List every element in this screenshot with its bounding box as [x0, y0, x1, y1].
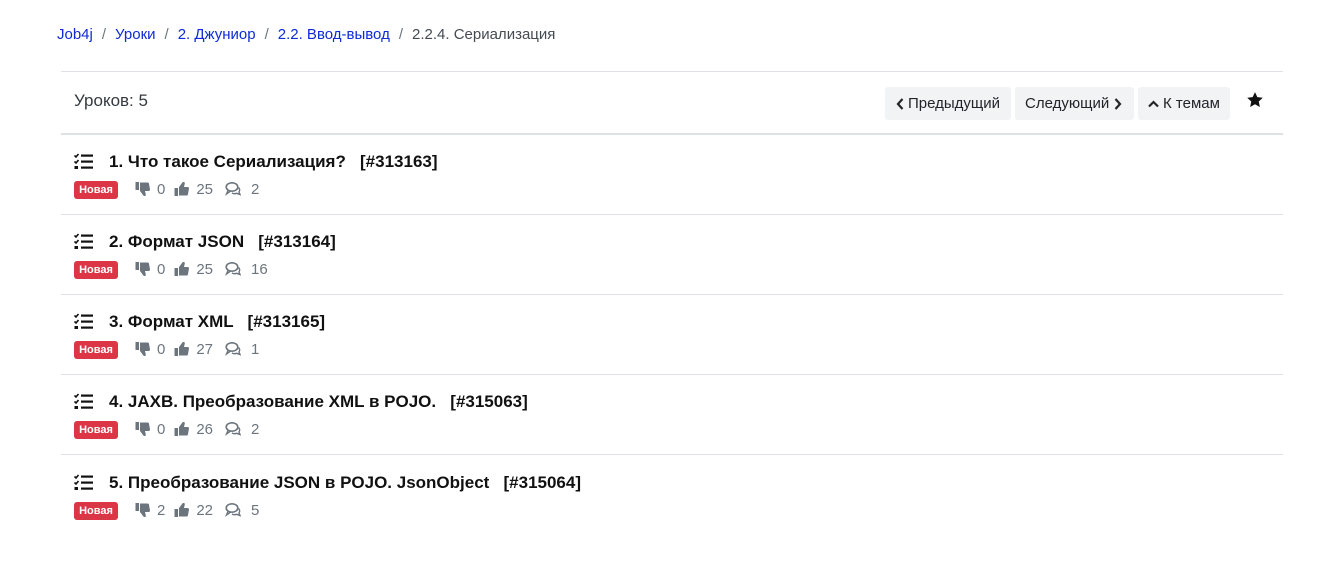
lessons-count: Уроков: 5 [74, 91, 148, 110]
lesson-title[interactable]: 2. Формат JSON [#313164] [109, 232, 336, 252]
task-list-icon [74, 393, 93, 409]
to-themes-button[interactable]: К темам [1138, 87, 1230, 120]
breadcrumb: Job4j / Уроки / 2. Джуниор / 2.2. Ввод-в… [57, 24, 555, 44]
chevron-left-icon [896, 97, 904, 110]
status-badge: Новая [74, 181, 118, 199]
thumbs-down-icon[interactable] [135, 261, 151, 277]
breadcrumb-link-lessons[interactable]: Уроки [115, 26, 155, 43]
breadcrumb-separator: / [164, 25, 169, 43]
comment-count: 2 [251, 180, 260, 198]
thumbs-down-icon[interactable] [135, 181, 151, 197]
lesson-stats: 0 27 1 [135, 339, 259, 359]
dislike-count: 0 [157, 180, 166, 198]
lesson-item: 1. Что такое Сериализация? [#313163] Нов… [61, 135, 1283, 215]
to-themes-button-label: К темам [1163, 95, 1220, 112]
comment-count: 1 [251, 340, 260, 358]
like-count: 27 [196, 340, 214, 358]
like-count: 26 [196, 420, 214, 438]
thumbs-down-icon[interactable] [135, 502, 151, 518]
star-icon[interactable] [1246, 91, 1264, 109]
comment-count: 5 [251, 501, 260, 519]
chevron-up-icon [1148, 99, 1159, 107]
previous-button-label: Предыдущий [908, 95, 1001, 112]
breadcrumb-separator: / [398, 25, 403, 43]
status-badge: Новая [74, 261, 118, 279]
breadcrumb-link-job4j[interactable]: Job4j [57, 26, 93, 43]
breadcrumb-separator: / [101, 25, 107, 43]
chevron-right-icon [1114, 97, 1122, 110]
dislike-count: 0 [157, 260, 166, 278]
thumbs-up-icon[interactable] [174, 181, 190, 197]
lesson-item: 5. Преобразование JSON в POJO. JsonObjec… [61, 456, 1283, 536]
thumbs-up-icon[interactable] [174, 502, 190, 518]
lesson-item: 3. Формат XML [#313165] Новая 0 27 1 [61, 295, 1283, 375]
comments-icon [225, 503, 242, 517]
next-button[interactable]: Следующий [1015, 87, 1134, 120]
lesson-stats: 0 26 2 [135, 419, 259, 439]
status-badge: Новая [74, 341, 118, 359]
lesson-item: 4. JAXB. Преобразование XML в POJO. [#31… [61, 375, 1283, 455]
lesson-title[interactable]: 1. Что такое Сериализация? [#313163] [109, 152, 438, 172]
thumbs-up-icon[interactable] [174, 421, 190, 437]
comment-count: 2 [251, 420, 260, 438]
lessons-toolbar: Уроков: 5 Предыдущий Следующий К темам [61, 72, 1283, 135]
like-count: 25 [196, 180, 214, 198]
comments-icon [225, 342, 242, 356]
breadcrumb-separator: / [264, 25, 269, 43]
lesson-stats: 2 22 5 [135, 500, 259, 520]
thumbs-down-icon[interactable] [135, 421, 151, 437]
breadcrumb-link-io[interactable]: 2.2. Ввод-вывод [278, 26, 390, 43]
task-list-icon [74, 233, 93, 249]
dislike-count: 2 [157, 501, 166, 519]
lesson-title[interactable]: 3. Формат XML [#313165] [109, 312, 325, 332]
like-count: 25 [196, 260, 214, 278]
status-badge: Новая [74, 502, 118, 520]
lesson-title[interactable]: 4. JAXB. Преобразование XML в POJO. [#31… [109, 392, 528, 412]
previous-button[interactable]: Предыдущий [885, 87, 1011, 120]
dislike-count: 0 [157, 340, 166, 358]
lesson-stats: 0 25 2 [135, 179, 259, 199]
lesson-stats: 0 25 16 [135, 259, 268, 279]
like-count: 22 [196, 501, 214, 519]
comment-count: 16 [251, 260, 268, 278]
lessons-card: Уроков: 5 Предыдущий Следующий К темам 1… [61, 71, 1283, 520]
thumbs-down-icon[interactable] [135, 341, 151, 357]
breadcrumb-current: 2.2.4. Сериализация [412, 25, 556, 43]
comments-icon [225, 182, 242, 196]
status-badge: Новая [74, 421, 118, 439]
comments-icon [225, 262, 242, 276]
next-button-label: Следующий [1025, 95, 1110, 112]
task-list-icon [74, 313, 93, 329]
comments-icon [225, 422, 242, 436]
task-list-icon [74, 153, 93, 169]
lesson-title[interactable]: 5. Преобразование JSON в POJO. JsonObjec… [109, 473, 581, 493]
thumbs-up-icon[interactable] [174, 261, 190, 277]
breadcrumb-link-junior[interactable]: 2. Джуниор [178, 26, 256, 43]
lesson-item: 2. Формат JSON [#313164] Новая 0 25 16 [61, 215, 1283, 295]
dislike-count: 0 [157, 420, 166, 438]
task-list-icon [74, 474, 93, 490]
thumbs-up-icon[interactable] [174, 341, 190, 357]
